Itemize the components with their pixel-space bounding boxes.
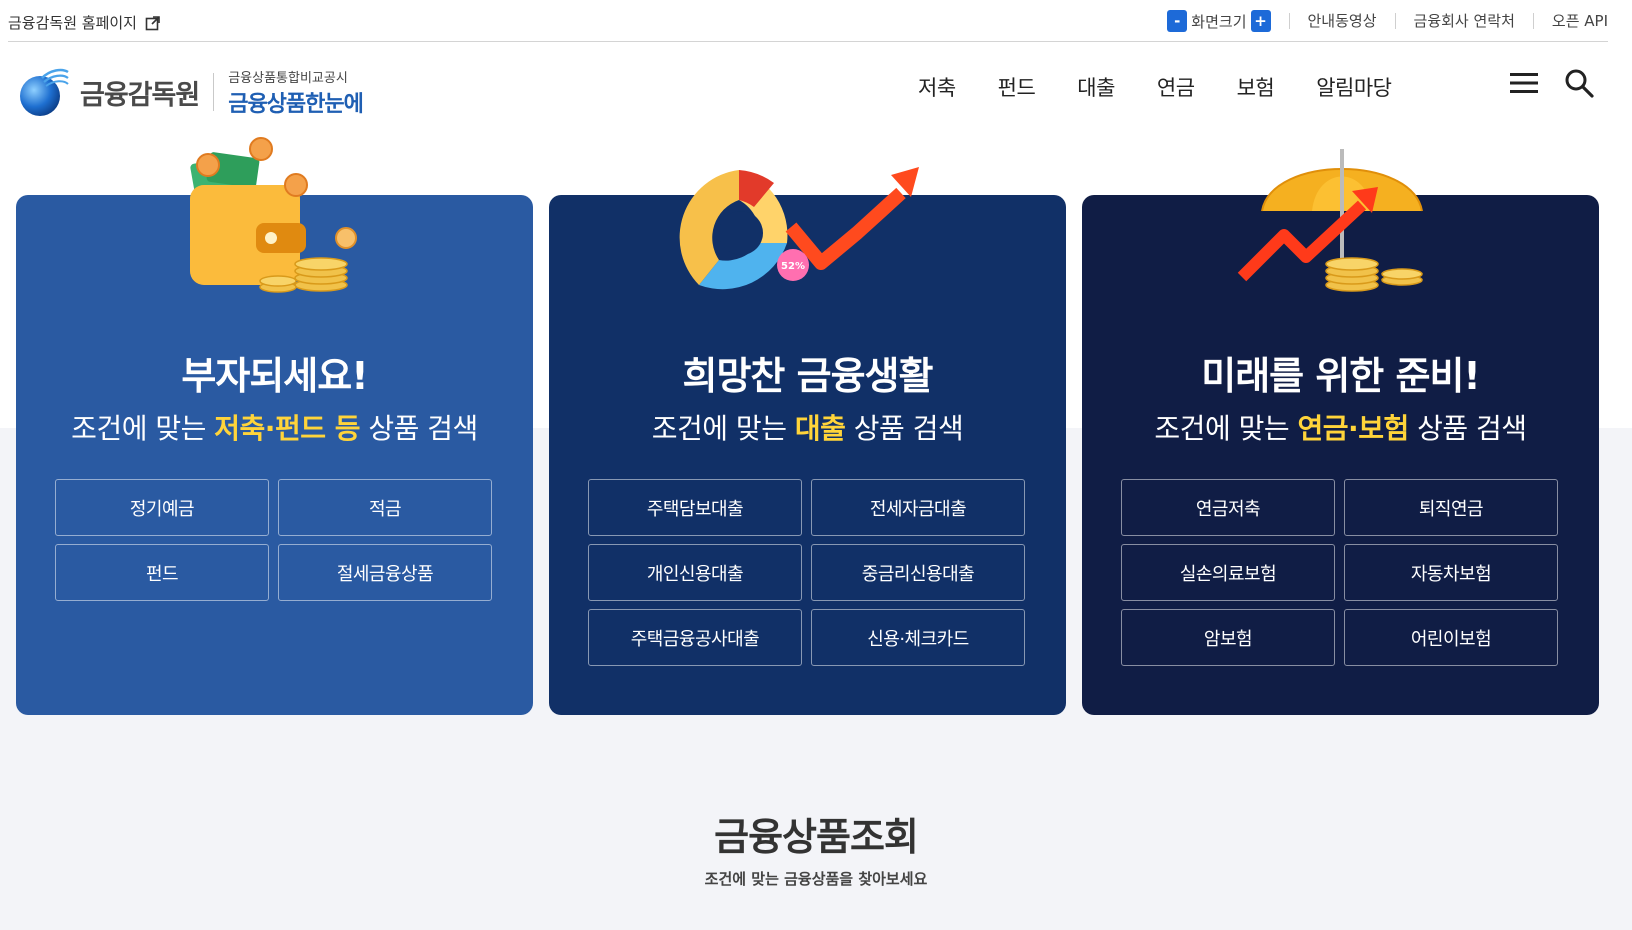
zoom-label: 화면크기: [1191, 12, 1247, 31]
nav-item-loans[interactable]: 대출: [1077, 72, 1115, 102]
card-subtitle: 조건에 맞는 연금·보험 상품 검색: [1082, 407, 1599, 447]
btn-mid-rate-credit-loan[interactable]: 중금리신용대출: [811, 544, 1025, 601]
section-subtitle: 조건에 맞는 금융상품을 찾아보세요: [704, 870, 928, 888]
card-title: 희망찬 금융생활: [682, 354, 934, 398]
card-subtitle: 조건에 맞는 대출 상품 검색: [549, 407, 1066, 447]
logo-sub-small: 금융상품통합비교공시: [228, 70, 348, 86]
globe-logo-icon: [20, 68, 69, 116]
main-nav: 저축 펀드 대출 연금 보험 알림마당: [918, 72, 1433, 102]
btn-jeonse-loan[interactable]: 전세자금대출: [811, 479, 1025, 536]
card-button-grid: 정기예금 적금 펀드 절세금융상품: [55, 479, 493, 601]
donut-chart-arrow-illustration: 52%: [679, 167, 919, 290]
wallet-coins-illustration: [190, 137, 357, 293]
zoom-out-button[interactable]: -: [1167, 10, 1188, 32]
site-logo[interactable]: 금융감독원 금융상품통합비교공시 금융상품한눈에: [18, 66, 364, 118]
card-pension-insurance: 미래를 위한 준비! 조건에 맞는 연금·보험 상품 검색 연금저축 퇴직연금 …: [1082, 149, 1599, 715]
logo-divider: [213, 73, 215, 111]
fss-home-link-label: 금융감독원 홈페이지: [8, 14, 137, 32]
hamburger-menu-icon[interactable]: [1510, 72, 1538, 94]
btn-installment-savings[interactable]: 적금: [278, 479, 492, 536]
open-api-link[interactable]: 오픈 API: [1532, 13, 1608, 29]
fss-home-link[interactable]: 금융감독원 홈페이지: [8, 12, 161, 33]
card-savings: 부자되세요! 조건에 맞는 저축·펀드 등 상품 검색 정기예금 적금 펀드 절…: [16, 137, 533, 715]
btn-child-insurance[interactable]: 어린이보험: [1344, 609, 1558, 666]
card-subtitle-highlight: 저축·펀드 등: [214, 412, 360, 445]
card-subtitle: 조건에 맞는 저축·펀드 등 상품 검색: [16, 407, 533, 447]
card-subtitle-pre: 조건에 맞는: [71, 412, 215, 445]
card-loans: 52% 희망찬 금융생활 조건에 맞는 대출 상품 검색 주택담보대출 전세자금…: [549, 167, 1066, 715]
btn-auto-insurance[interactable]: 자동차보험: [1344, 544, 1558, 601]
btn-mortgage-loan[interactable]: 주택담보대출: [588, 479, 802, 536]
card-subtitle-highlight: 대출: [794, 412, 846, 445]
card-title: 미래를 위한 준비!: [1201, 354, 1481, 398]
nav-item-insurance[interactable]: 보험: [1237, 72, 1275, 102]
percentage-badge: 52%: [781, 261, 805, 272]
btn-housing-finance-loan[interactable]: 주택금융공사대출: [588, 609, 802, 666]
card-subtitle-post: 상품 검색: [359, 412, 478, 445]
nav-item-notice[interactable]: 알림마당: [1316, 72, 1392, 102]
card-title: 부자되세요!: [181, 354, 368, 398]
utility-bar: 금융감독원 홈페이지 - 화면크기 + 안내동영상 금융회사 연락처 오픈 AP…: [8, 0, 1608, 42]
nav-item-funds[interactable]: 펀드: [998, 72, 1036, 102]
btn-cancer-insurance[interactable]: 암보험: [1121, 609, 1335, 666]
card-subtitle-post: 상품 검색: [1408, 412, 1527, 445]
section-title: 금융상품조회: [714, 815, 919, 859]
guide-video-link[interactable]: 안내동영상: [1288, 13, 1395, 29]
logo-name: 금융감독원: [80, 79, 200, 111]
btn-time-deposit[interactable]: 정기예금: [55, 479, 269, 536]
btn-retirement-pension[interactable]: 퇴직연금: [1344, 479, 1558, 536]
logo-sub-big: 금융상품한눈에: [228, 91, 364, 117]
company-contacts-link[interactable]: 금융회사 연락처: [1394, 13, 1533, 29]
card-subtitle-pre: 조건에 맞는: [651, 412, 795, 445]
external-link-icon: [145, 15, 160, 30]
zoom-control: - 화면크기 +: [1167, 10, 1288, 32]
logo-subtitle: 금융상품통합비교공시 금융상품한눈에: [228, 67, 364, 118]
utility-links: - 화면크기 + 안내동영상 금융회사 연락처 오픈 API: [1167, 10, 1608, 32]
btn-medical-insurance[interactable]: 실손의료보험: [1121, 544, 1335, 601]
card-subtitle-highlight: 연금·보험: [1297, 412, 1410, 445]
site-header: 금융감독원 금융상품통합비교공시 금융상품한눈에 저축 펀드 대출 연금 보험 …: [0, 42, 1632, 137]
search-icon[interactable]: [1564, 68, 1594, 98]
card-subtitle-post: 상품 검색: [845, 412, 964, 445]
btn-credit-check-card[interactable]: 신용·체크카드: [811, 609, 1025, 666]
card-button-grid: 주택담보대출 전세자금대출 개인신용대출 중금리신용대출 주택금융공사대출 신용…: [588, 479, 1026, 666]
nav-item-savings[interactable]: 저축: [918, 72, 956, 102]
btn-fund[interactable]: 펀드: [55, 544, 269, 601]
card-button-grid: 연금저축 퇴직연금 실손의료보험 자동차보험 암보험 어린이보험: [1121, 479, 1559, 666]
btn-pension-savings[interactable]: 연금저축: [1121, 479, 1335, 536]
nav-item-pension[interactable]: 연금: [1157, 72, 1195, 102]
btn-tax-saving-products[interactable]: 절세금융상품: [278, 544, 492, 601]
card-subtitle-pre: 조건에 맞는: [1154, 412, 1298, 445]
zoom-in-button[interactable]: +: [1250, 10, 1271, 32]
btn-personal-credit-loan[interactable]: 개인신용대출: [588, 544, 802, 601]
umbrella-coins-illustration: [1237, 149, 1423, 292]
